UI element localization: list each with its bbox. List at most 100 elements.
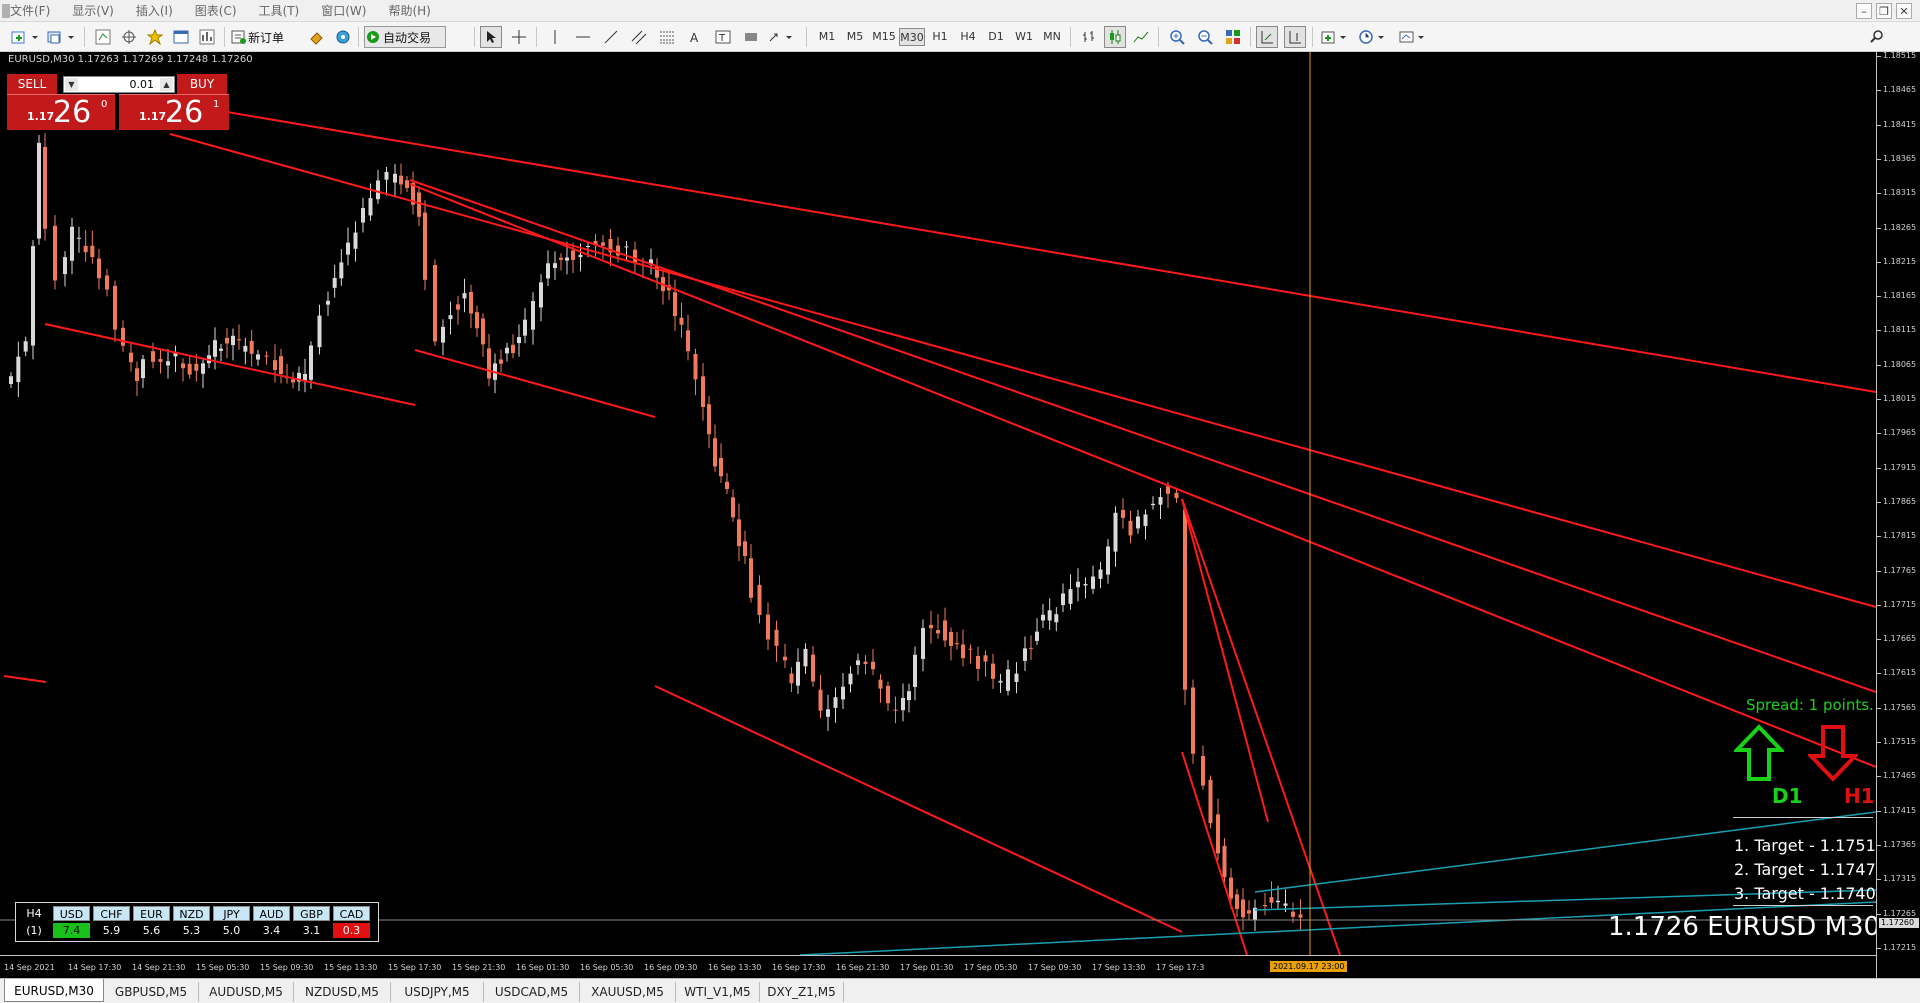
menu-charts[interactable]: 图表(C) — [195, 3, 237, 19]
tab-dxy-m5[interactable]: DXY_Z1,M5 — [760, 982, 844, 1002]
tf-m15[interactable]: M15 — [872, 28, 896, 46]
cursor-icon[interactable] — [480, 26, 502, 48]
tab-wti-m5[interactable]: WTI_V1,M5 — [676, 982, 760, 1002]
time-axis[interactable]: 14 Sep 2021 14 Sep 17:30 14 Sep 21:30 15 Se… — [0, 955, 1876, 978]
price-axis-label: 1.18265 — [1883, 222, 1917, 232]
trendline[interactable] — [44, 323, 416, 406]
tf-h1[interactable]: H1 — [929, 28, 951, 46]
text-icon[interactable]: A — [684, 26, 706, 48]
tf-m1[interactable]: M1 — [816, 28, 838, 46]
spread-label: Spread: 1 points. — [1746, 696, 1874, 714]
tab-usdjpy-m5[interactable]: USDJPY,M5 — [391, 982, 484, 1002]
line-chart-icon[interactable] — [1130, 26, 1152, 48]
trendline[interactable] — [3, 675, 47, 683]
chart-tabs: EURUSD,M30 GBPUSD,M5 AUDUSD,M5 NZDUSD,M5… — [0, 978, 1920, 1003]
candle-body — [505, 347, 509, 354]
candle-body — [511, 344, 515, 354]
up-arrow-icon — [1734, 724, 1784, 781]
tf-m5[interactable]: M5 — [844, 28, 866, 46]
profiles-button[interactable] — [44, 26, 78, 48]
new-chart-button[interactable] — [8, 26, 42, 48]
minimize-button[interactable]: – — [1856, 3, 1872, 19]
menu-view[interactable]: 显示(V) — [72, 3, 114, 19]
zoom-in-icon[interactable] — [1166, 26, 1188, 48]
zoom-out-icon[interactable] — [1194, 26, 1216, 48]
menu-insert[interactable]: 插入(I) — [136, 3, 173, 19]
buy-button[interactable]: BUY — [177, 74, 227, 94]
menu-list: 文件(F) 显示(V) 插入(I) 图表(C) 工具(T) 窗口(W) 帮助(H… — [10, 3, 453, 19]
chart-window[interactable]: EURUSD,M30 1.17263 1.17269 1.17248 1.172… — [0, 52, 1920, 978]
navigator-icon[interactable] — [144, 26, 166, 48]
menu-help[interactable]: 帮助(H) — [388, 3, 430, 19]
tf-d1[interactable]: D1 — [985, 28, 1007, 46]
bar-chart-icon[interactable] — [1078, 26, 1100, 48]
search-icon[interactable] — [1866, 26, 1888, 48]
new-order-button[interactable]: 新订单 — [230, 26, 300, 48]
tf-h4[interactable]: H4 — [957, 28, 979, 46]
trendline[interactable] — [414, 349, 656, 418]
sell-button[interactable]: SELL — [7, 74, 57, 94]
strength-value-eur: 5.6 — [142, 924, 161, 937]
chart-shift-icon[interactable] — [1284, 26, 1306, 48]
tester-icon[interactable] — [196, 26, 218, 48]
fibonacci-icon[interactable] — [656, 26, 678, 48]
metaeditor-icon[interactable] — [306, 26, 328, 48]
tab-eurusd-m30[interactable]: EURUSD,M30 — [4, 979, 104, 1002]
candlestick-icon[interactable] — [1104, 26, 1126, 48]
trendline[interactable] — [1181, 498, 1341, 955]
lot-decrease-icon[interactable]: ▼ — [65, 78, 78, 91]
trendline[interactable] — [654, 685, 1183, 933]
buy-price-box[interactable]: 1.17 26 1 — [119, 94, 229, 130]
signals-icon[interactable] — [332, 26, 354, 48]
sell-price-box[interactable]: 1.17 26 0 — [7, 94, 115, 130]
indicators-button[interactable] — [1318, 26, 1352, 48]
price-axis[interactable]: 1.18515 1.18465 1.18415 1.18365 1.18315 1.182… — [1876, 52, 1920, 978]
tab-xauusd-m5[interactable]: XAUUSD,M5 — [580, 982, 676, 1002]
rectangle-icon[interactable] — [740, 26, 762, 48]
menu-window[interactable]: 窗口(W) — [321, 3, 366, 19]
terminal-icon[interactable] — [170, 26, 192, 48]
candle-body — [1283, 903, 1288, 906]
vertical-line-icon[interactable] — [544, 26, 566, 48]
candle-body — [1006, 669, 1010, 691]
tf-w1[interactable]: W1 — [1013, 28, 1035, 46]
tab-usdcad-m5[interactable]: USDCAD,M5 — [484, 982, 580, 1002]
lot-size-value[interactable]: 0.01 — [130, 78, 155, 91]
price-axis-label: 1.18415 — [1883, 119, 1917, 129]
trendline-icon[interactable] — [600, 26, 622, 48]
tf-mn[interactable]: MN — [1041, 28, 1063, 46]
trendline[interactable] — [179, 103, 1876, 393]
trendline[interactable] — [169, 133, 1876, 608]
candle-body — [113, 285, 117, 330]
lot-increase-icon[interactable]: ▲ — [160, 78, 173, 91]
crosshair-icon[interactable] — [508, 26, 530, 48]
tf-m30[interactable]: M30 — [899, 28, 925, 46]
menu-file[interactable]: 文件(F) — [10, 3, 50, 19]
trendline[interactable] — [409, 179, 1876, 693]
channel-icon[interactable] — [628, 26, 650, 48]
autotrade-button[interactable]: 自动交易 — [364, 26, 446, 48]
svg-text:T: T — [718, 33, 726, 44]
trendline[interactable] — [1181, 498, 1269, 823]
crosshair-data-icon[interactable] — [118, 26, 140, 48]
tab-nzdusd-m5[interactable]: NZDUSD,M5 — [294, 982, 391, 1002]
close-button[interactable]: ✕ — [1896, 3, 1912, 19]
autoscroll-icon[interactable] — [1256, 26, 1278, 48]
restore-button[interactable]: ❐ — [1876, 3, 1892, 19]
lot-size-field[interactable]: ▼ 0.01 ▲ — [63, 76, 175, 93]
tile-windows-icon[interactable] — [1222, 26, 1244, 48]
market-watch-icon[interactable] — [92, 26, 114, 48]
horizontal-line-icon[interactable] — [572, 26, 594, 48]
tab-gbpusd-m5[interactable]: GBPUSD,M5 — [104, 982, 199, 1002]
periods-button[interactable] — [1356, 26, 1390, 48]
tab-audusd-m5[interactable]: AUDUSD,M5 — [199, 982, 294, 1002]
arrows-menu-icon[interactable] — [766, 26, 800, 48]
trendline[interactable] — [409, 183, 1876, 768]
trendline[interactable] — [1181, 751, 1248, 955]
text-label-icon[interactable]: T — [712, 26, 734, 48]
menu-tools[interactable]: 工具(T) — [259, 3, 300, 19]
price-chart[interactable] — [0, 52, 1876, 955]
candle-body — [693, 353, 698, 380]
candle-body — [1029, 647, 1033, 649]
templates-button[interactable] — [1396, 26, 1430, 48]
